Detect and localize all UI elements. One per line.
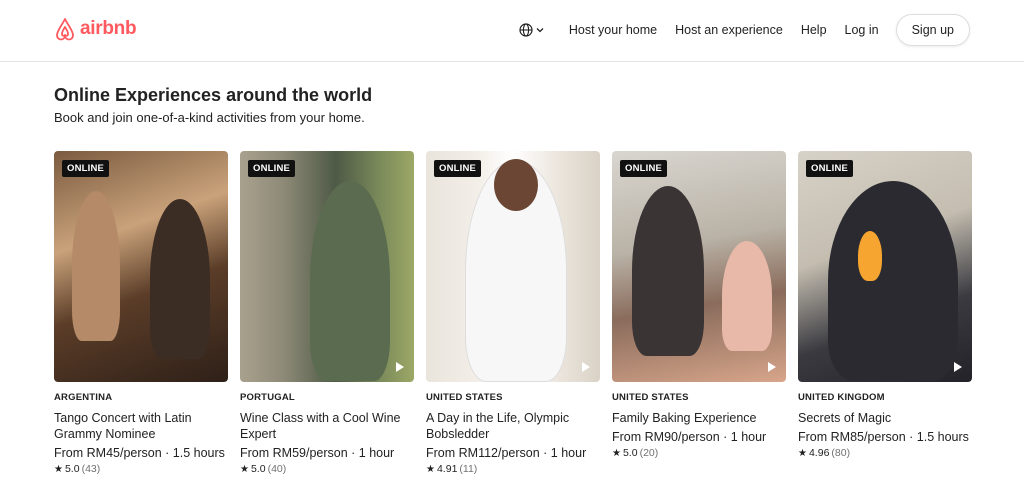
- experience-card[interactable]: ONLINE UNITED KINGDOM Secrets of Magic F…: [798, 151, 972, 475]
- card-rating: ★ 5.0 (40): [240, 463, 414, 475]
- online-badge: ONLINE: [434, 160, 482, 177]
- card-price: From RM45/person · 1.5 hours: [54, 446, 225, 460]
- star-icon: ★: [612, 447, 621, 459]
- experience-photo[interactable]: ONLINE: [54, 151, 228, 382]
- card-country: PORTUGAL: [240, 392, 295, 403]
- review-count: (11): [459, 463, 478, 475]
- nav-log-in[interactable]: Log in: [845, 23, 879, 37]
- card-price: From RM85/person · 1.5 hours: [798, 430, 969, 444]
- person-figure: [722, 241, 772, 351]
- experience-card[interactable]: ONLINE PORTUGAL Wine Class with a Cool W…: [240, 151, 414, 475]
- review-count: (20): [639, 447, 659, 459]
- nav-help[interactable]: Help: [801, 23, 827, 37]
- experience-photo[interactable]: ONLINE: [240, 151, 414, 382]
- card-title[interactable]: Family Baking Experience: [612, 410, 786, 426]
- header-nav: Host your home Host an experience Help L…: [519, 14, 970, 46]
- person-figure: [72, 191, 120, 341]
- top-header: airbnb Host your home Host an experience…: [0, 0, 1024, 62]
- online-badge: ONLINE: [620, 160, 668, 177]
- experience-card[interactable]: ONLINE UNITED STATES Family Baking Exper…: [612, 151, 786, 475]
- brand-name: airbnb: [80, 18, 137, 39]
- rating-value: 5.0: [622, 447, 638, 459]
- card-title[interactable]: Wine Class with a Cool Wine Expert: [240, 410, 414, 442]
- experience-card[interactable]: ONLINE ARGENTINA Tango Concert with Lati…: [54, 151, 228, 475]
- card-title[interactable]: Tango Concert with Latin Grammy Nominee: [54, 410, 228, 442]
- card-price: From RM112/person · 1 hour: [426, 446, 587, 460]
- person-figure: [310, 181, 390, 381]
- play-icon[interactable]: [582, 362, 590, 372]
- globe-icon: [519, 23, 533, 37]
- online-badge: ONLINE: [248, 160, 296, 177]
- airbnb-logo[interactable]: airbnb: [54, 17, 137, 41]
- section-title: Online Experiences around the world: [54, 85, 373, 105]
- card-country: ARGENTINA: [54, 392, 113, 403]
- star-icon: ★: [240, 463, 249, 475]
- chevron-down-icon: [536, 28, 544, 33]
- nav-host-an-experience[interactable]: Host an experience: [675, 23, 783, 37]
- card-price: From RM90/person · 1 hour: [612, 430, 767, 444]
- card-country: UNITED KINGDOM: [798, 392, 885, 403]
- person-figure: [150, 199, 210, 359]
- person-figure: [828, 181, 958, 381]
- airbnb-logo-icon: [56, 18, 74, 41]
- card-rating: ★ 5.0 (20): [612, 447, 786, 459]
- rating-value: 5.0: [250, 463, 266, 475]
- card-rating: ★ 4.96 (80): [798, 447, 972, 459]
- rating-value: 5.0: [64, 463, 80, 475]
- experience-photo[interactable]: ONLINE: [798, 151, 972, 382]
- person-figure: [632, 186, 704, 356]
- card-rating: ★ 5.0 (43): [54, 463, 228, 475]
- section-subtitle: Book and join one-of-a-kind activities f…: [54, 110, 365, 125]
- online-badge: ONLINE: [806, 160, 854, 177]
- card-price: From RM59/person · 1 hour: [240, 446, 395, 460]
- rating-value: 4.91: [436, 463, 458, 475]
- sign-up-button[interactable]: Sign up: [895, 14, 970, 46]
- experience-cards: ONLINE ARGENTINA Tango Concert with Lati…: [54, 151, 972, 475]
- star-icon: ★: [54, 463, 63, 475]
- card-title[interactable]: Secrets of Magic: [798, 410, 972, 426]
- card-country: UNITED STATES: [612, 392, 689, 403]
- nav-host-your-home[interactable]: Host your home: [569, 23, 657, 37]
- play-icon[interactable]: [396, 362, 404, 372]
- card-country: UNITED STATES: [426, 392, 503, 403]
- star-icon: ★: [798, 447, 807, 459]
- language-selector[interactable]: [519, 23, 544, 37]
- play-icon[interactable]: [954, 362, 962, 372]
- card-title[interactable]: A Day in the Life, Olympic Bobsledder: [426, 410, 600, 442]
- experience-card[interactable]: ONLINE UNITED STATES A Day in the Life, …: [426, 151, 600, 475]
- rating-value: 4.96: [808, 447, 830, 459]
- card-rating: ★ 4.91 (11): [426, 463, 600, 475]
- review-count: (40): [267, 463, 287, 475]
- experience-photo[interactable]: ONLINE: [612, 151, 786, 382]
- review-count: (80): [831, 447, 851, 459]
- person-head: [494, 159, 538, 211]
- review-count: (43): [81, 463, 101, 475]
- star-icon: ★: [426, 463, 435, 475]
- flame-shape: [858, 231, 882, 281]
- online-badge: ONLINE: [62, 160, 110, 177]
- play-icon[interactable]: [768, 362, 776, 372]
- experience-photo[interactable]: ONLINE: [426, 151, 600, 382]
